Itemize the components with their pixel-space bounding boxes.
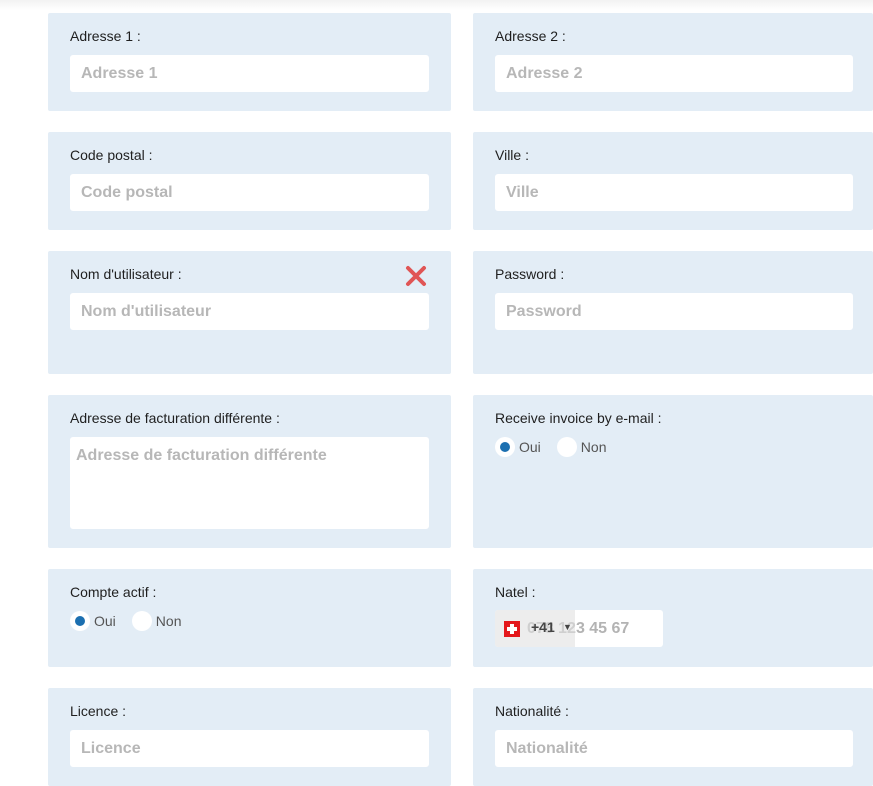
adresse1-label: Adresse 1 : [70, 28, 141, 44]
ville-input[interactable] [495, 174, 853, 211]
compte-actif-radio-non[interactable] [131, 611, 152, 631]
code-postal-label: Code postal : [70, 147, 153, 163]
dial-code: +41 [531, 619, 555, 635]
ville-label: Ville : [495, 147, 529, 163]
invoice-email-group: Receive invoice by e-mail : Oui Non [473, 395, 873, 548]
compte-actif-radio-oui[interactable] [70, 611, 90, 631]
invoice-email-radio-oui[interactable] [495, 437, 515, 457]
invoice-email-radio-non[interactable] [556, 437, 577, 457]
natel-group: Natel : +41 ▼ [473, 569, 873, 667]
password-group: Password : [473, 251, 873, 374]
nationalite-group: Nationalité : [473, 688, 873, 786]
top-shadow [0, 0, 873, 10]
username-label: Nom d'utilisateur : [70, 266, 182, 282]
invoice-email-option-oui-label: Oui [519, 439, 541, 455]
password-input[interactable] [495, 293, 853, 330]
username-input[interactable] [70, 293, 429, 330]
red-x-icon [406, 266, 426, 286]
billing-address-textarea[interactable] [70, 437, 429, 529]
billing-address-label: Adresse de facturation différente : [70, 410, 280, 426]
compte-actif-option-non-label: Non [155, 613, 182, 629]
ville-group: Ville : [473, 132, 873, 230]
adresse2-label: Adresse 2 : [495, 28, 566, 44]
compte-actif-label: Compte actif : [70, 584, 157, 600]
username-group: Nom d'utilisateur : [48, 251, 451, 374]
invoice-email-label: Receive invoice by e-mail : [495, 410, 662, 426]
natel-phone-field: +41 ▼ [495, 610, 663, 647]
licence-input[interactable] [70, 730, 429, 767]
natel-label: Natel : [495, 584, 536, 600]
adresse2-group: Adresse 2 : [473, 13, 873, 111]
code-postal-input[interactable] [70, 174, 429, 211]
country-code-dropdown[interactable]: +41 ▼ [495, 610, 575, 647]
compte-actif-radio-group: Oui Non [70, 611, 187, 631]
code-postal-group: Code postal : [48, 132, 451, 230]
billing-address-group: Adresse de facturation différente : [48, 395, 451, 548]
compte-actif-group: Compte actif : Oui Non [48, 569, 451, 667]
adresse1-group: Adresse 1 : [48, 13, 451, 111]
adresse2-input[interactable] [495, 55, 853, 92]
adresse1-input[interactable] [70, 55, 429, 92]
compte-actif-option-oui-label: Oui [94, 613, 116, 629]
password-label: Password : [495, 266, 565, 282]
licence-label: Licence : [70, 703, 127, 719]
nationalite-input[interactable] [495, 730, 853, 767]
licence-group: Licence : [48, 688, 451, 786]
switzerland-flag-icon [504, 621, 520, 637]
caret-down-icon: ▼ [563, 622, 572, 632]
nationalite-label: Nationalité : [495, 703, 569, 719]
invoice-email-radio-group: Oui Non [495, 437, 612, 457]
invoice-email-option-non-label: Non [580, 439, 607, 455]
